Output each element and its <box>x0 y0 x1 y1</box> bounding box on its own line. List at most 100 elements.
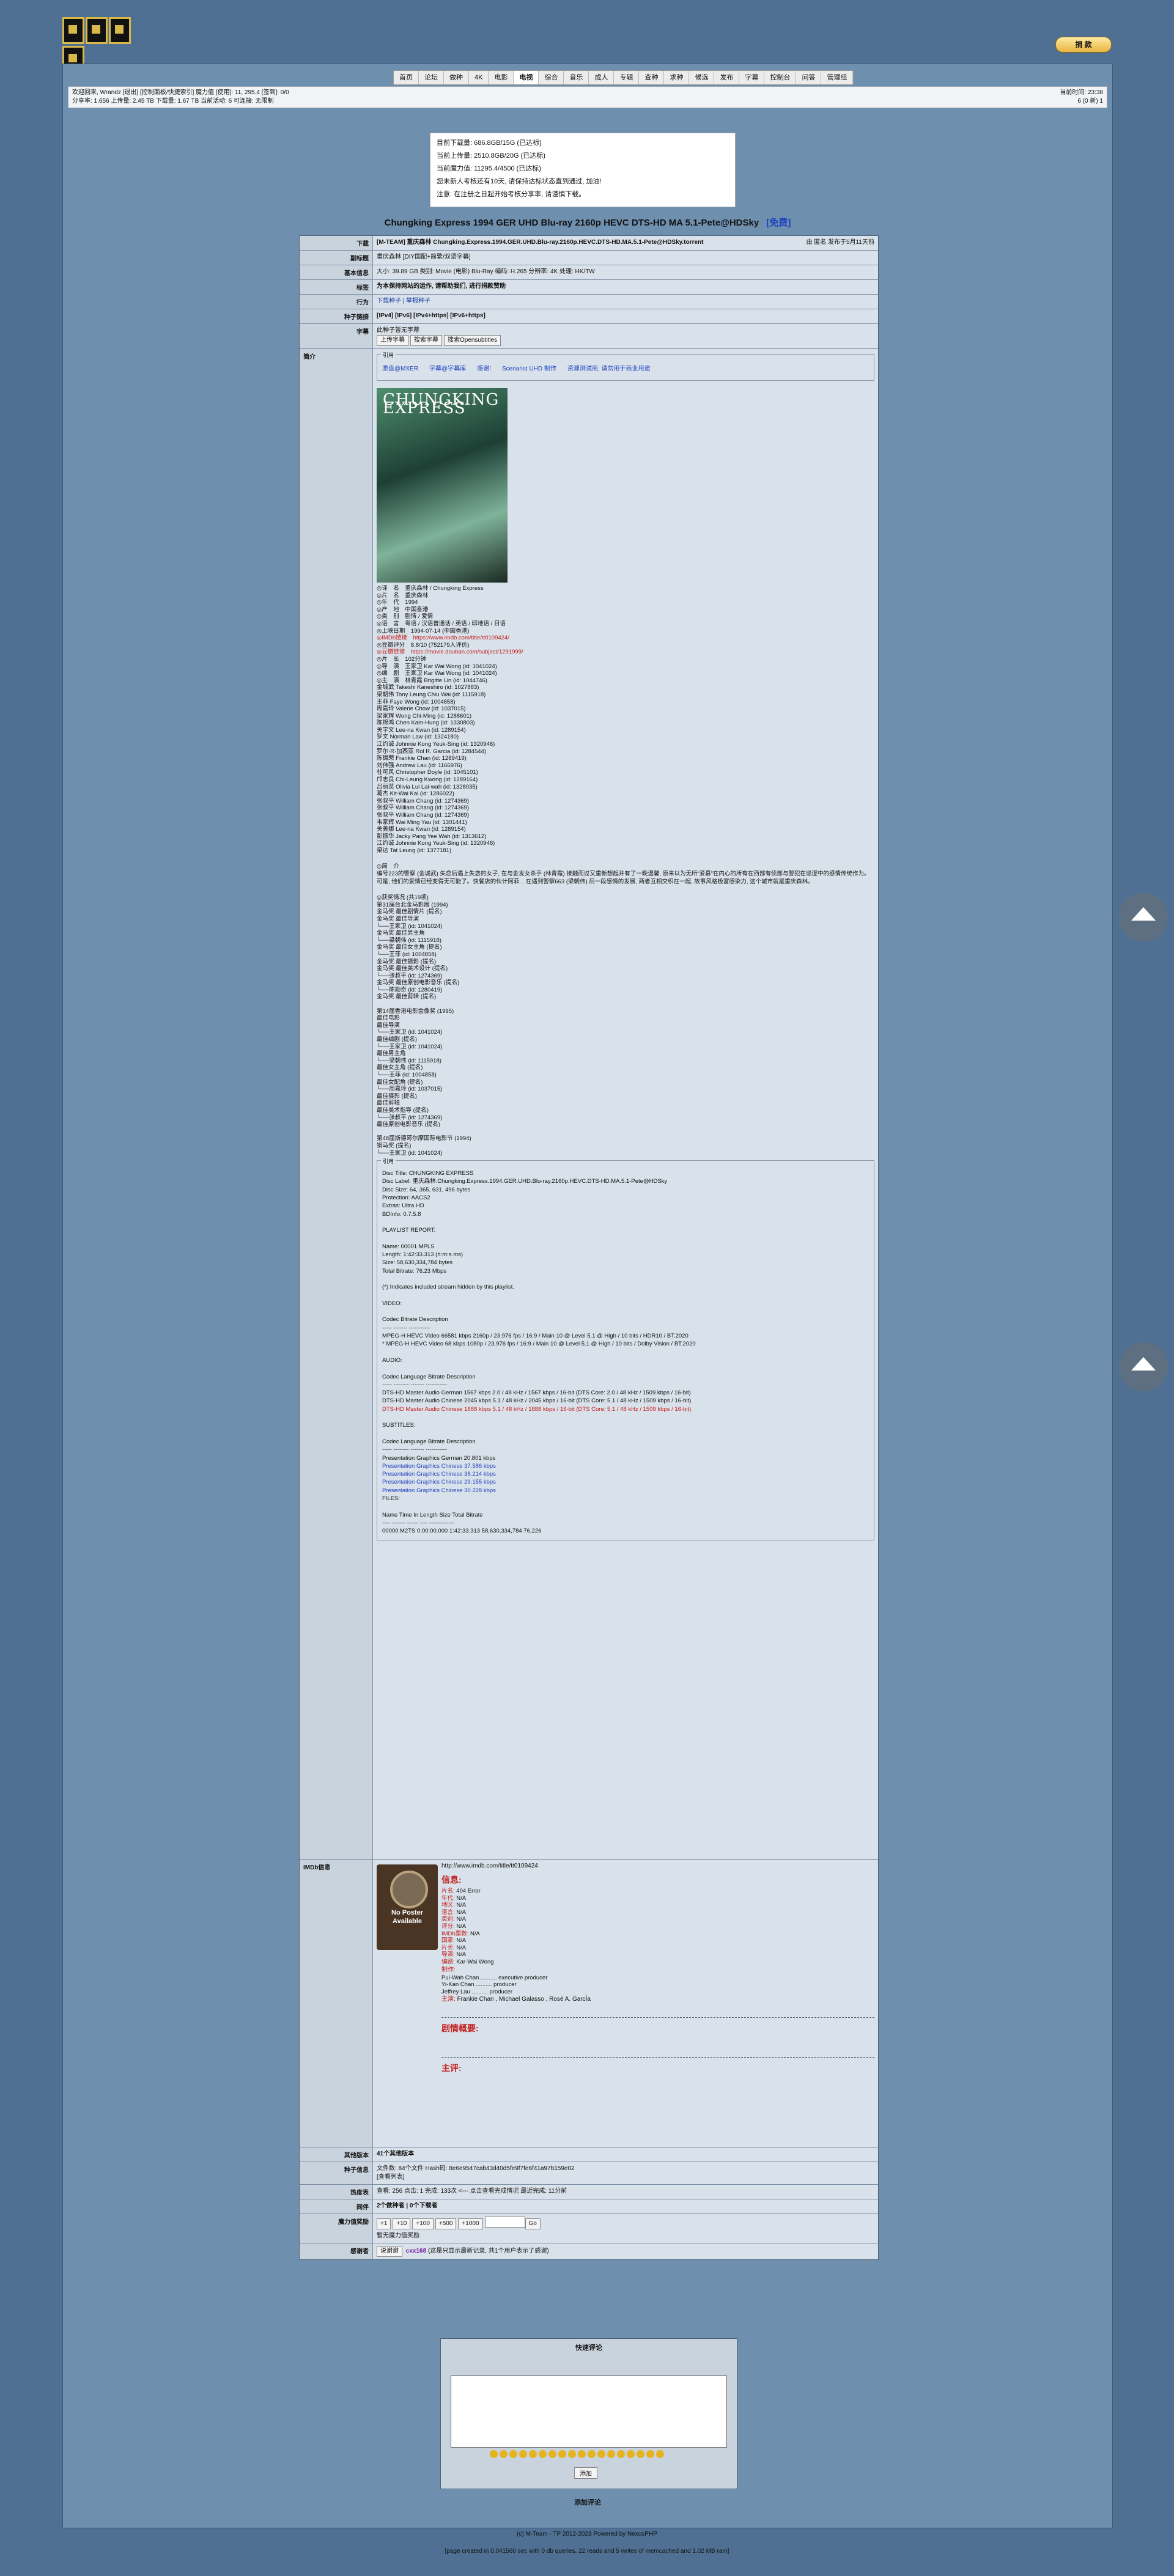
no-subtitle-text: 此种子暂无字幕 <box>377 327 419 334</box>
info-line: ◎上映日期 1994-07-14 (中国香港) <box>377 627 470 635</box>
nav-item-9[interactable]: 专辑 <box>614 71 640 84</box>
other-versions-link[interactable]: 41个其他版本 <box>373 2147 878 2162</box>
mediainfo-line: (*) Indicates included stream hidden by … <box>382 1284 514 1291</box>
bonus-amount-input[interactable] <box>484 2217 525 2228</box>
mediainfo-line: Protection: AACS2 <box>382 1194 430 1202</box>
site-logo[interactable] <box>62 17 143 73</box>
nav-item-16[interactable]: 问答 <box>796 71 822 84</box>
nav-item-12[interactable]: 候选 <box>689 71 715 84</box>
row-basic-info: 基本信息 大小: 39.89 GB 类别: Movie (电影) Blu-Ray… <box>300 265 878 280</box>
scroll-up-icon[interactable] <box>1119 892 1168 941</box>
imdb-field: 编剧: Kar-Wai Wong <box>441 1959 874 1966</box>
mediainfo-line: 00000.M2TS 0:00:00.000 1:42:33.313 58,63… <box>382 1528 542 1535</box>
imdb-field: 类别: N/A <box>441 1916 874 1923</box>
bonus-button[interactable]: +1 <box>377 2218 391 2229</box>
nav-item-4[interactable]: 电影 <box>489 71 514 84</box>
nav-item-6[interactable]: 综合 <box>539 71 564 84</box>
imdb-field-label: 地区: <box>441 1902 455 1909</box>
award-line <box>377 1128 874 1136</box>
subtitle-button[interactable]: 搜索字幕 <box>410 335 442 346</box>
imdb-field-label: 语言: <box>441 1908 455 1916</box>
subtitle-button[interactable]: 搜索Opensubtitles <box>444 335 501 346</box>
award-line: └──张叔平 (id: 1274369) <box>377 1114 443 1121</box>
peers-value[interactable]: 2个做种者 | 0个下载者 <box>373 2199 878 2214</box>
info-line: ◎类 别 剧情 / 爱情 <box>377 613 434 620</box>
info-line: 关学文 Lee-na Kwan (id: 1289154) <box>377 726 466 734</box>
info-line: 周嘉玲 Valerie Chow (id: 1037015) <box>377 705 466 713</box>
bonus-button[interactable]: +100 <box>412 2218 434 2229</box>
credit-link[interactable]: 原盘@MXER <box>382 366 418 372</box>
movie-info: ◎译 名 重庆森林 / Chungking Express ◎片 名 重庆森林 ◎年… <box>377 585 874 855</box>
info-line: 梁达 Tat Leung (id: 1377181) <box>377 847 451 854</box>
imdb-url[interactable]: http://www.imdb.com/title/tt0109424 <box>441 1862 874 1871</box>
comment-textarea[interactable] <box>451 2375 727 2448</box>
imdb-field-label: 类别: <box>441 1916 455 1923</box>
award-line: 金马奖 最佳导演 <box>377 915 419 922</box>
bonus-button[interactable]: +500 <box>435 2218 457 2229</box>
award-line: 最佳摄影 (提名) <box>377 1092 417 1100</box>
mediainfo-line: Presentation Graphics Chinese 29.155 kbp… <box>382 1479 496 1486</box>
info-line: 金城武 Takeshi Kaneshiro (id: 1027883) <box>377 684 479 691</box>
nav-item-8[interactable]: 成人 <box>589 71 615 84</box>
thanks-button[interactable]: 说谢谢 <box>377 2245 402 2257</box>
info-line: ◎译 名 重庆森林 / Chungking Express <box>377 585 484 592</box>
credit-link[interactable]: 字幕@字幕库 <box>429 366 466 372</box>
mediainfo-line: ----- -------- ------- ----------- <box>382 1446 447 1454</box>
nav-item-14[interactable]: 字幕 <box>739 71 765 84</box>
quick-comment-box: 快速评论 添加 <box>440 2338 737 2489</box>
subtitle-button[interactable]: 上传字幕 <box>377 335 408 346</box>
credit-link[interactable]: Scenarist UHD 制作 <box>502 366 556 372</box>
imdb-field-value: N/A <box>454 1894 467 1902</box>
donate-button[interactable]: 捐 款 <box>1055 37 1112 53</box>
smiley-bar[interactable] <box>490 2450 664 2458</box>
notice-line: 当前上传量: 2510.8GB/20G (已达标) <box>437 152 545 160</box>
mediainfo-line: MPEG-H HEVC Video 66581 kbps 2160p / 23.… <box>382 1333 689 1340</box>
bonus-button[interactable]: +1000 <box>458 2218 483 2229</box>
mediainfo-line: ----- ------- ----------- <box>382 1324 430 1331</box>
award-line: 第31届台北金马影展 (1994) <box>377 901 448 908</box>
mediainfo-line: Length: 1:42:33.313 (h:m:s.ms) <box>382 1251 463 1259</box>
award-line: 最佳原创电影音乐 (提名) <box>377 1121 440 1128</box>
award-line: 金马奖 最佳女主角 (提名) <box>377 944 442 951</box>
newbie-notice: 目前下载量: 686.8GB/15G (已达标) 当前上传量: 2510.8GB/… <box>430 133 736 207</box>
award-line: 金马奖 最佳美术设计 (提名) <box>377 965 448 973</box>
row-tags: 标签 为本保持网站的运作, 请帮助我们, 进行捐款赞助 <box>300 280 878 295</box>
thanks-user[interactable]: cxx168 <box>406 2248 426 2254</box>
imdb-producer: Yi-Kan Chan .......... producer <box>441 1981 517 1989</box>
nav-item-7[interactable]: 音乐 <box>564 71 589 84</box>
credit-link[interactable]: 感谢! <box>477 366 491 372</box>
view-file-list[interactable]: [查看列表] <box>377 2173 874 2182</box>
scroll-top-icon[interactable] <box>1119 1342 1168 1391</box>
imdb-producer: Pui-Wah Chan .......... executive produc… <box>441 1974 548 1981</box>
message-counts[interactable]: 6 (0 新) 1 <box>1060 97 1103 106</box>
award-line: 金马奖 最佳男主角 <box>377 930 425 937</box>
main-nav: 首页 论坛 做种 4K 电影 电视 综合 音乐 成人 专辑 查种 求种 候选 发布 字幕 控制台 问答 管理组 <box>393 70 854 85</box>
add-comment-link[interactable]: 添加评论 <box>63 2497 1112 2507</box>
award-line: └──王家卫 (id: 1041024) <box>377 1043 443 1050</box>
info-line: 吕丽英 Olivia Lui Lai-wah (id: 1328035) <box>377 783 478 790</box>
info-line: 刘伟强 Andrew Lau (id: 1166976) <box>377 762 462 769</box>
nav-item-2[interactable]: 做种 <box>444 71 469 84</box>
add-comment-button[interactable]: 添加 <box>574 2467 597 2479</box>
nav-item-1[interactable]: 论坛 <box>419 71 444 84</box>
torrent-download-link[interactable]: [M-TEAM] 重庆森林 Chungking.Express.1994.GER… <box>377 239 703 246</box>
bonus-go-button[interactable]: Go <box>525 2218 541 2229</box>
torrent-links[interactable]: [IPv4] [IPv6] [IPv4+https] [IPv6+https] <box>373 309 878 323</box>
row-thanks: 感谢者 说谢谢 cxx168 (这是只显示最新记录, 共1个用户表示了感谢) <box>300 2243 878 2259</box>
nav-item-3[interactable]: 4K <box>469 71 489 84</box>
mediainfo-line: PLAYLIST REPORT: <box>382 1227 436 1234</box>
nav-item-5[interactable]: 电视 <box>514 71 539 84</box>
info-line: ◎片 名 重庆森林 <box>377 592 429 599</box>
info-line: 张叔平 William Chang (id: 1274369) <box>377 812 470 819</box>
nav-item-13[interactable]: 发布 <box>714 71 740 84</box>
nav-item-10[interactable]: 查种 <box>639 71 665 84</box>
credit-link[interactable]: 资源测试用, 请勿用于商业用途 <box>567 366 651 372</box>
row-actions: 行为 下载种子 | 举报种子 <box>300 295 878 309</box>
nav-item-0[interactable]: 首页 <box>394 71 419 84</box>
nav-item-15[interactable]: 控制台 <box>764 71 797 84</box>
notice-line: 您未新人考核还有10天, 请保持达标状态直到通过, 加油! <box>437 178 602 185</box>
nav-item-11[interactable]: 求种 <box>664 71 690 84</box>
bonus-button[interactable]: +10 <box>393 2218 411 2229</box>
action-links[interactable]: 下载种子 | 举报种子 <box>373 295 878 309</box>
nav-item-17[interactable]: 管理组 <box>821 71 854 84</box>
